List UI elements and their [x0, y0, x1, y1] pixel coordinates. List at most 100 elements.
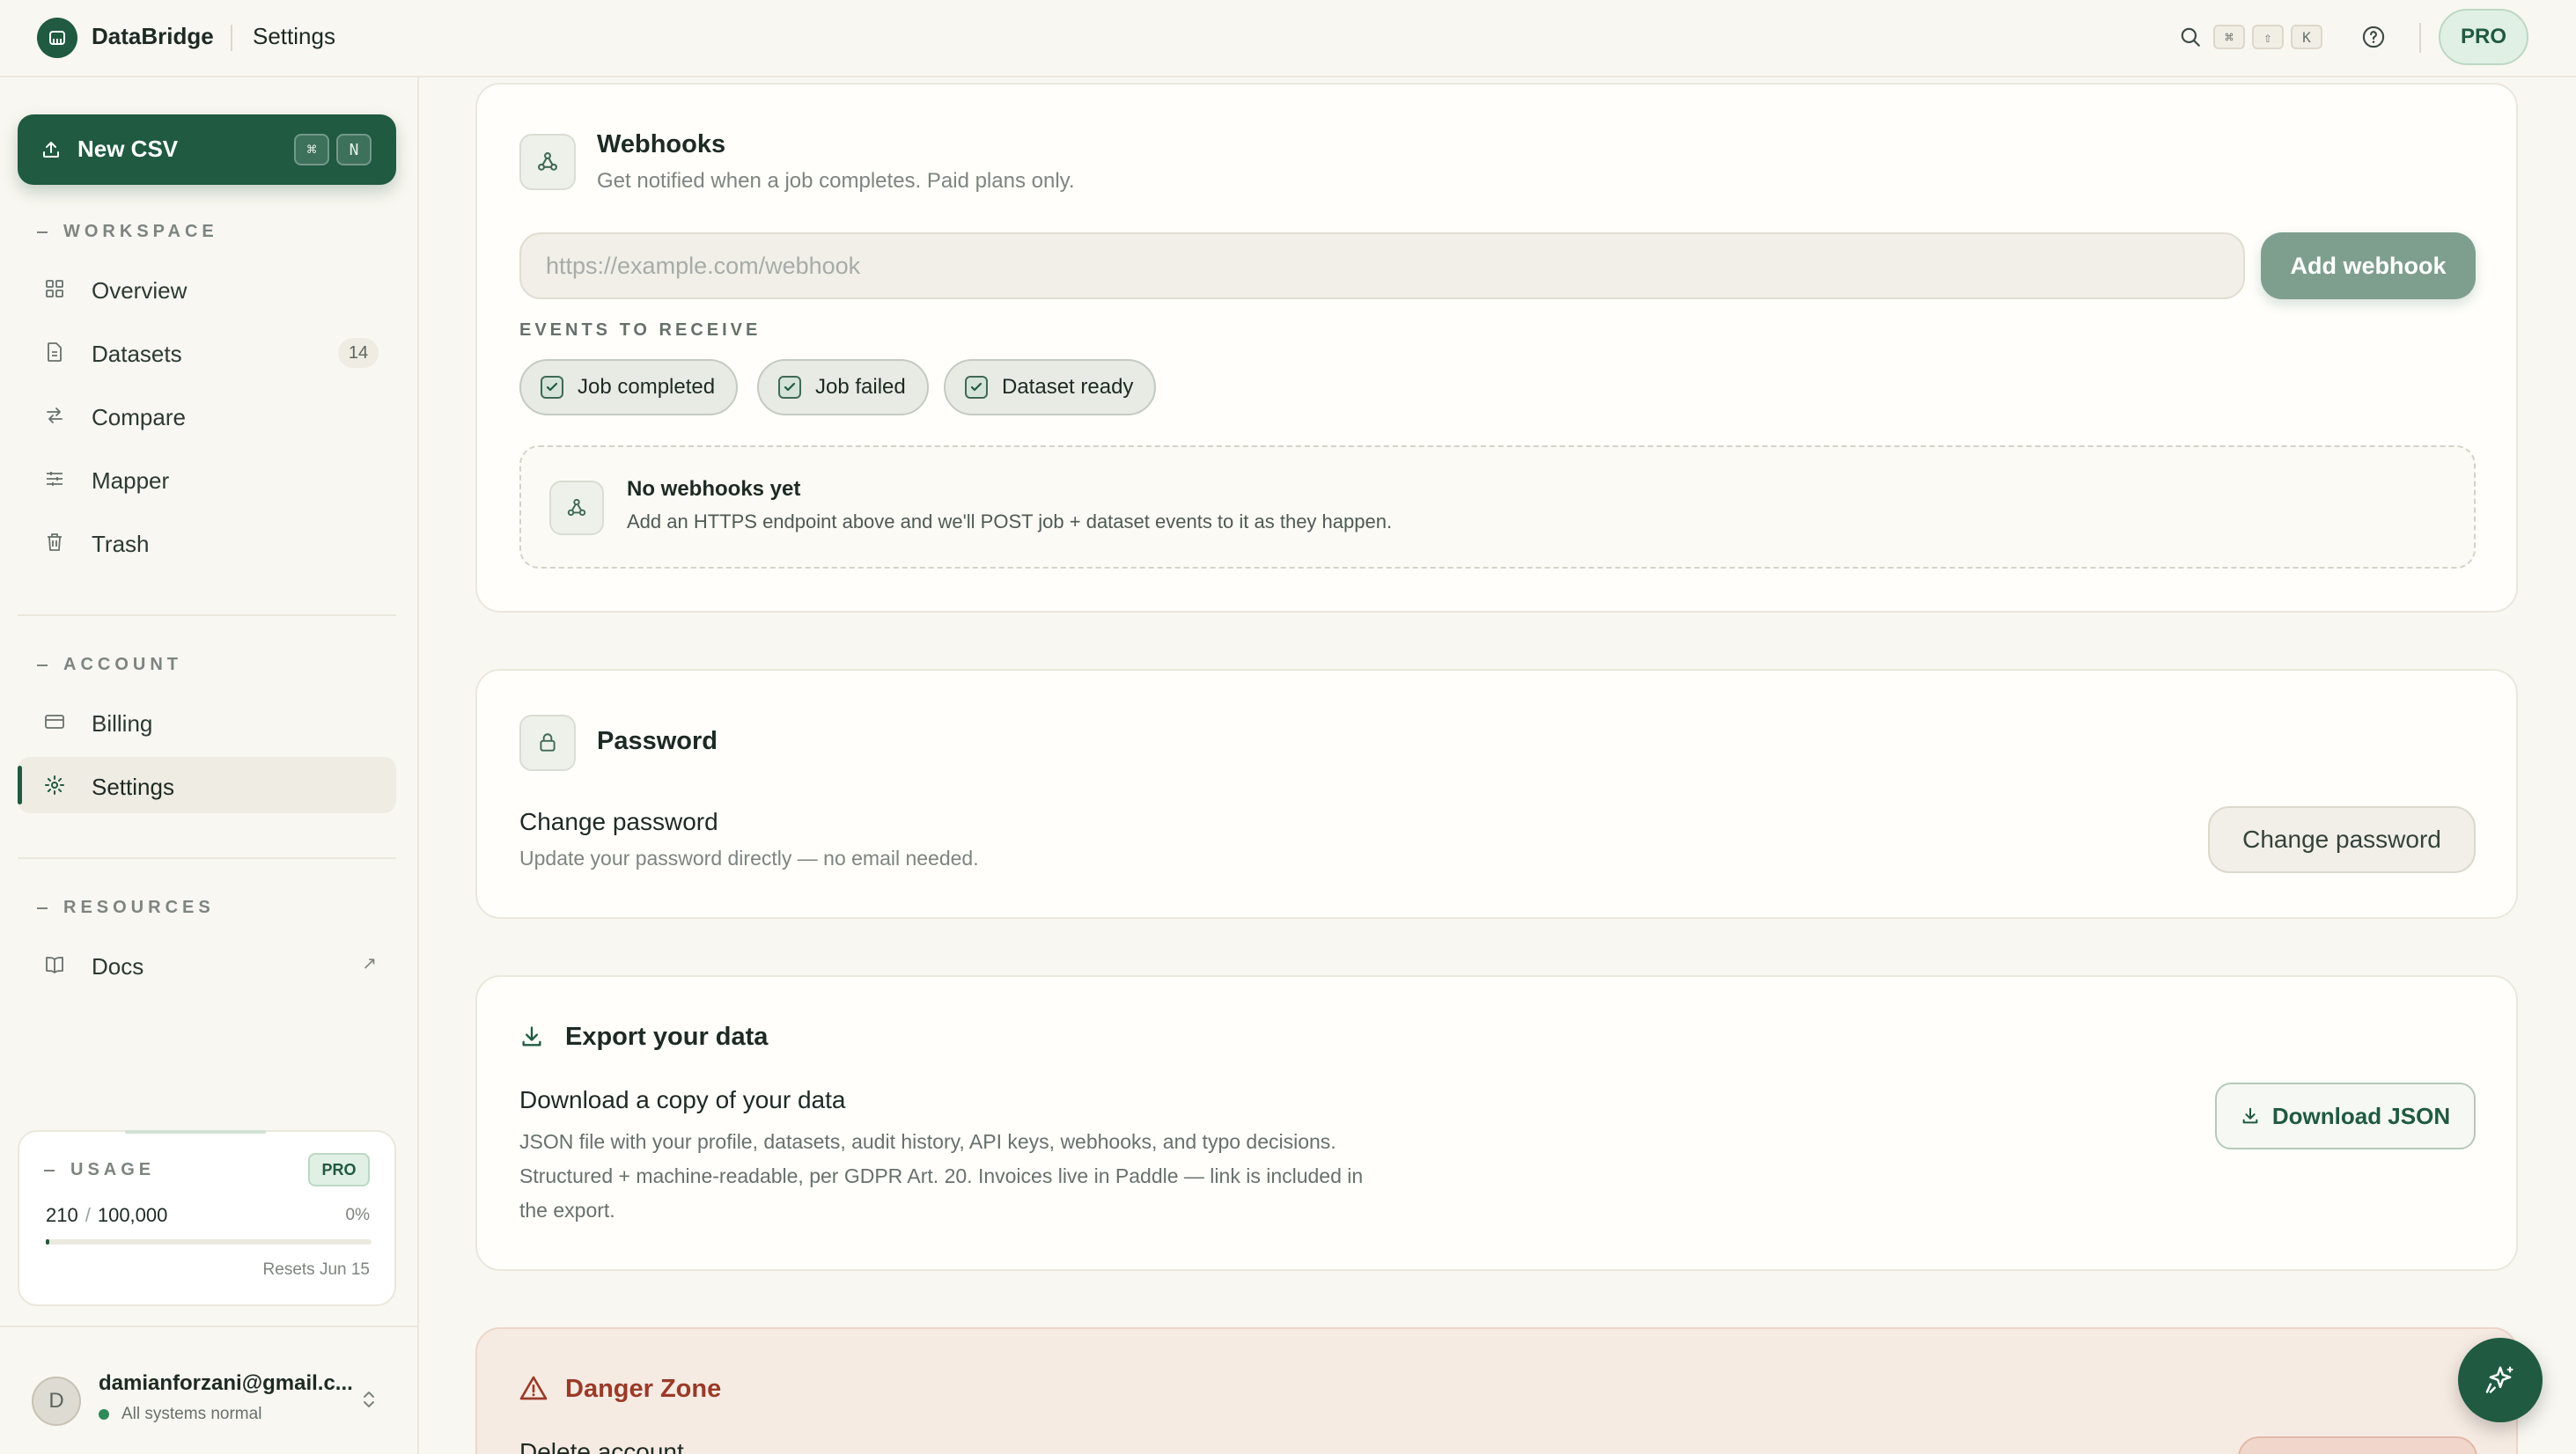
usage-count: 210 / 100,000 [46, 1204, 167, 1227]
webhook-icon-box [549, 481, 604, 535]
sidebar-item-settings[interactable]: Settings [18, 757, 396, 813]
danger-zone-card: Danger Zone Delete account [475, 1327, 2518, 1454]
usage-label: USAGE [44, 1160, 155, 1180]
lock-icon-box [519, 715, 576, 771]
sidebar-item-billing[interactable]: Billing [18, 694, 396, 750]
card-icon [45, 715, 64, 729]
password-card: Password Change password Update your pas… [475, 669, 2518, 919]
sidebar-item-overview[interactable]: Overview [18, 261, 396, 317]
sidebar-item-label: Billing [92, 710, 153, 737]
collapse-dash-icon [37, 907, 48, 909]
usage-percent: 0% [345, 1206, 370, 1224]
user-menu[interactable]: D damianforzani@gmail.c... All systems n… [0, 1325, 417, 1454]
download-icon [2242, 1107, 2258, 1124]
page-breadcrumb: Settings [253, 23, 335, 49]
help-icon [2362, 26, 2385, 48]
file-icon [48, 342, 62, 362]
download-json-button[interactable]: Download JSON [2215, 1083, 2476, 1149]
event-chip-dataset-ready[interactable]: Dataset ready [944, 359, 1157, 415]
plan-pill[interactable]: PRO [2439, 9, 2528, 65]
events-label: EVENTS TO RECEIVE [519, 320, 762, 340]
new-csv-button[interactable]: New CSV ⌘ N [18, 114, 396, 185]
upload-icon [43, 142, 59, 158]
collapse-dash-icon [37, 664, 48, 666]
lock-icon [540, 733, 556, 752]
sidebar-item-trash[interactable]: Trash [18, 514, 396, 570]
sparkle-icon [2485, 1366, 2513, 1393]
webhook-icon-box [519, 134, 576, 190]
topbar-divider-right [2419, 23, 2421, 53]
search-button[interactable] [2176, 23, 2204, 51]
shortcut-key-shift: ⇧ [2252, 25, 2284, 49]
user-email: damianforzani@gmail.c... [99, 1371, 353, 1395]
usage-plan-badge: PRO [308, 1153, 370, 1186]
event-chip-label: Job completed [578, 375, 716, 399]
sidebar-item-label: Overview [92, 277, 188, 304]
empty-state-title: No webhooks yet [627, 477, 801, 501]
sidebar-item-label: Docs [92, 953, 144, 980]
sidebar-item-label: Settings [92, 774, 174, 800]
checkbox-checked-icon [778, 376, 801, 399]
section-workspace[interactable]: WORKSPACE [37, 222, 218, 242]
webhook-url-input[interactable] [519, 232, 2245, 299]
checkbox-checked-icon [965, 376, 988, 399]
shortcut-key-k: K [2291, 25, 2322, 49]
gear-icon [45, 775, 64, 795]
export-card: Export your data Download a copy of your… [475, 975, 2518, 1271]
delete-account-button[interactable] [2238, 1436, 2477, 1454]
chevron-up-down-icon[interactable] [359, 1387, 379, 1412]
shortcut-key-cmd: ⌘ [294, 134, 329, 165]
usage-reset-date: Resets Jun 15 [262, 1260, 370, 1279]
download-icon [522, 1026, 541, 1046]
section-resources[interactable]: RESOURCES [37, 898, 215, 918]
sidebar-item-label: Compare [92, 404, 186, 430]
event-chip-job-failed[interactable]: Job failed [757, 359, 929, 415]
export-row-title: Download a copy of your data [519, 1086, 846, 1113]
usage-progress-fill [46, 1239, 50, 1245]
usage-accent [125, 1130, 266, 1134]
sidebar: New CSV ⌘ N WORKSPACE Overview Datasets … [0, 77, 419, 1454]
section-account[interactable]: ACCOUNT [37, 655, 182, 675]
collapse-dash-icon [37, 231, 48, 233]
delete-account-title: Delete account [519, 1438, 684, 1454]
system-status-text: All systems normal [121, 1405, 262, 1423]
password-title: Password [597, 727, 718, 755]
section-workspace-label: WORKSPACE [63, 222, 218, 241]
webhooks-empty-state: No webhooks yet Add an HTTPS endpoint ab… [519, 445, 2476, 569]
sidebar-item-mapper[interactable]: Mapper [18, 451, 396, 507]
event-chip-label: Dataset ready [1002, 375, 1134, 399]
collapse-dash-icon [44, 1169, 55, 1171]
warning-icon [519, 1376, 548, 1400]
change-password-desc: Update your password directly — no email… [519, 847, 979, 870]
search-icon [2181, 27, 2200, 47]
change-password-button[interactable]: Change password [2208, 806, 2476, 873]
export-row-desc: JSON file with your profile, datasets, a… [519, 1130, 1364, 1222]
sidebar-item-docs[interactable]: Docs ↗ [18, 936, 396, 993]
help-button[interactable] [2359, 23, 2388, 51]
brand-logo[interactable] [37, 18, 77, 58]
sidebar-item-label: Mapper [92, 467, 170, 494]
section-account-label: ACCOUNT [63, 655, 182, 674]
trash-icon [48, 533, 62, 551]
new-csv-label: New CSV [77, 136, 179, 162]
bridge-logo-icon [49, 31, 65, 45]
webhook-icon [538, 152, 557, 171]
assistant-button[interactable] [2458, 1338, 2543, 1422]
book-icon [46, 957, 63, 973]
sidebar-item-datasets[interactable]: Datasets 14 [18, 324, 396, 380]
sidebar-item-compare[interactable]: Compare [18, 387, 396, 444]
event-chip-job-completed[interactable]: Job completed [519, 359, 739, 415]
event-chip-label: Job failed [815, 375, 906, 399]
webhook-icon [567, 498, 586, 517]
brand-name[interactable]: DataBridge [92, 23, 214, 50]
shortcut-key-n: N [336, 134, 372, 165]
add-webhook-button[interactable]: Add webhook [2261, 232, 2476, 299]
arrows-icon [47, 408, 63, 423]
webhooks-card: Webhooks Get notified when a job complet… [475, 83, 2518, 613]
change-password-title: Change password [519, 808, 718, 835]
top-bar: DataBridge Settings ⌘ ⇧ K PRO [0, 0, 2576, 77]
usage-separator: / [85, 1204, 91, 1226]
external-link-icon: ↗ [362, 954, 377, 973]
sidebar-divider [18, 614, 396, 616]
status-dot-icon [99, 1409, 109, 1420]
